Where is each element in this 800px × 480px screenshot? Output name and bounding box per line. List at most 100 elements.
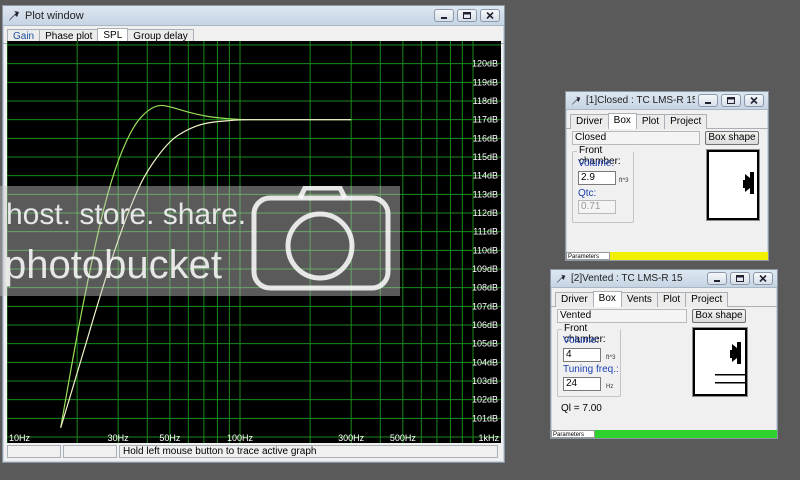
x-tick-label: 300Hz xyxy=(338,433,365,443)
y-tick-label: 109dB xyxy=(472,264,498,274)
y-tick-label: 111dB xyxy=(473,227,498,237)
ql-value: Ql = 7.00 xyxy=(561,403,602,414)
tab-box[interactable]: Box xyxy=(592,291,622,307)
vented-box-window: [2]Vented : TC LMS-R 15 Driver Box Vents… xyxy=(550,269,778,439)
parameters-bar: Parameters xyxy=(566,252,768,260)
vented-box-icon xyxy=(693,328,747,396)
minimize-icon xyxy=(705,101,711,104)
qtc-field: 0.71 xyxy=(578,200,616,214)
plot-window: Plot window Gain Phase plot SPL Group de… xyxy=(2,5,505,463)
x-tick-label: 30Hz xyxy=(108,433,130,443)
status-indicator xyxy=(595,430,777,438)
close-icon xyxy=(759,275,767,282)
close-button[interactable] xyxy=(753,272,773,285)
y-tick-label: 106dB xyxy=(472,320,498,330)
volume-label: Volume: xyxy=(563,335,600,346)
y-tick-label: 117dB xyxy=(473,115,498,125)
vented-tabs: Driver Box Vents Plot Project xyxy=(551,290,777,307)
tab-box[interactable]: Box xyxy=(607,113,637,129)
x-tick-label: 1kHz xyxy=(478,433,499,443)
y-tick-label: 104dB xyxy=(472,357,498,367)
x-tick-label: 500Hz xyxy=(390,433,417,443)
app-icon xyxy=(9,10,19,21)
y-tick-label: 113dB xyxy=(473,189,498,199)
minimize-icon xyxy=(441,16,447,19)
status-indicator xyxy=(610,252,768,260)
maximize-icon xyxy=(727,97,735,104)
y-tick-label: 108dB xyxy=(472,283,498,293)
parameters-tab[interactable]: Parameters xyxy=(566,252,610,260)
volume-input[interactable]: 4 xyxy=(563,348,601,362)
closed-box-window: [1]Closed : TC LMS-R 15 Driver Box Plot … xyxy=(565,91,769,261)
y-tick-label: 107dB xyxy=(472,301,498,311)
y-tick-label: 120dB xyxy=(472,59,498,69)
series-line-1 xyxy=(60,104,352,428)
y-tick-label: 102dB xyxy=(472,395,498,405)
window-title: Plot window xyxy=(25,9,84,22)
y-tick-label: 115dB xyxy=(473,152,498,162)
y-tick-label: 101dB xyxy=(472,413,498,423)
tuning-freq-input[interactable]: 24 xyxy=(563,377,601,391)
x-tick-label: 100Hz xyxy=(227,433,254,443)
tab-project[interactable]: Project xyxy=(685,292,729,307)
box-name-field[interactable]: Closed xyxy=(572,131,700,145)
maximize-icon xyxy=(463,12,471,19)
minimize-button[interactable] xyxy=(707,272,727,285)
maximize-icon xyxy=(736,275,744,282)
close-icon xyxy=(486,12,494,19)
app-icon xyxy=(571,96,581,105)
tuning-freq-label: Tuning freq.: xyxy=(563,364,619,375)
maximize-button[interactable] xyxy=(457,9,477,22)
minimize-icon xyxy=(714,279,720,282)
x-tick-label: 10Hz xyxy=(9,433,31,443)
qtc-label: Qtc: xyxy=(578,188,597,199)
y-tick-label: 116dB xyxy=(473,133,498,143)
box-name-field[interactable]: Vented xyxy=(557,309,687,323)
y-tick-label: 119dB xyxy=(473,77,498,87)
box-shape-button[interactable]: Box shape xyxy=(705,131,759,145)
y-tick-label: 103dB xyxy=(472,376,498,386)
close-icon xyxy=(750,97,758,104)
close-button[interactable] xyxy=(744,94,764,107)
status-pane-1 xyxy=(7,445,61,458)
spl-chart[interactable]: 101dB 102dB 103dB 104dB 105dB 106dB 107dB 108dB… xyxy=(6,41,501,443)
tab-driver[interactable]: Driver xyxy=(570,114,609,129)
window-title: [1]Closed : TC LMS-R 15 xyxy=(586,95,695,106)
vented-window-titlebar[interactable]: [2]Vented : TC LMS-R 15 xyxy=(551,270,777,288)
volume-unit: ft^3 xyxy=(606,355,616,361)
box-drawing xyxy=(706,149,760,221)
volume-unit: ft^3 xyxy=(619,178,629,184)
y-tick-label: 118dB xyxy=(473,96,498,106)
volume-label: Volume: xyxy=(578,158,615,169)
plot-window-titlebar[interactable]: Plot window xyxy=(3,6,504,26)
y-tick-label: 112dB xyxy=(473,208,498,218)
closed-box-icon xyxy=(707,150,759,220)
tab-plot[interactable]: Plot xyxy=(656,292,687,307)
minimize-button[interactable] xyxy=(434,9,454,22)
parameters-bar: Parameters xyxy=(551,430,777,438)
close-button[interactable] xyxy=(480,9,500,22)
tab-driver[interactable]: Driver xyxy=(555,292,594,307)
closed-window-titlebar[interactable]: [1]Closed : TC LMS-R 15 xyxy=(566,92,768,110)
x-tick-label: 50Hz xyxy=(159,433,181,443)
box-shape-button[interactable]: Box shape xyxy=(692,309,746,323)
maximize-button[interactable] xyxy=(730,272,750,285)
tuning-freq-unit: Hz xyxy=(606,384,614,390)
tab-project[interactable]: Project xyxy=(664,114,708,129)
status-bar: Hold left mouse button to trace active g… xyxy=(7,445,500,459)
app-icon xyxy=(556,274,566,283)
tab-plot[interactable]: Plot xyxy=(635,114,666,129)
parameters-tab[interactable]: Parameters xyxy=(551,430,595,438)
closed-tabs: Driver Box Plot Project xyxy=(566,112,768,129)
y-tick-label: 114dB xyxy=(473,171,498,181)
y-tick-label: 110dB xyxy=(473,245,498,255)
status-text: Hold left mouse button to trace active g… xyxy=(119,445,498,458)
spl-plot-area[interactable]: 101dB 102dB 103dB 104dB 105dB 106dB 107dB 108dB… xyxy=(6,41,501,443)
status-pane-2 xyxy=(63,445,117,458)
volume-input[interactable]: 2.9 xyxy=(578,171,616,185)
maximize-button[interactable] xyxy=(721,94,741,107)
tab-vents[interactable]: Vents xyxy=(620,292,658,307)
minimize-button[interactable] xyxy=(698,94,718,107)
y-tick-label: 105dB xyxy=(472,339,498,349)
window-title: [2]Vented : TC LMS-R 15 xyxy=(571,273,683,284)
